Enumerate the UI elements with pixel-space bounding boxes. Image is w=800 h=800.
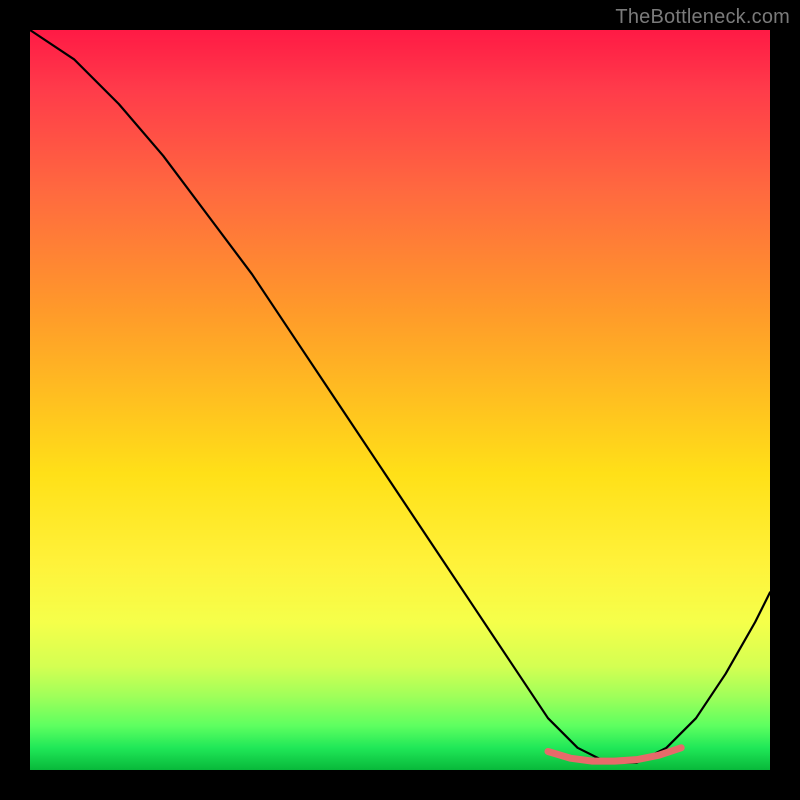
chart-svg [30,30,770,770]
bottleneck-curve [30,30,770,763]
plot-area [30,30,770,770]
chart-frame: TheBottleneck.com [0,0,800,800]
watermark-text: TheBottleneck.com [615,6,790,29]
